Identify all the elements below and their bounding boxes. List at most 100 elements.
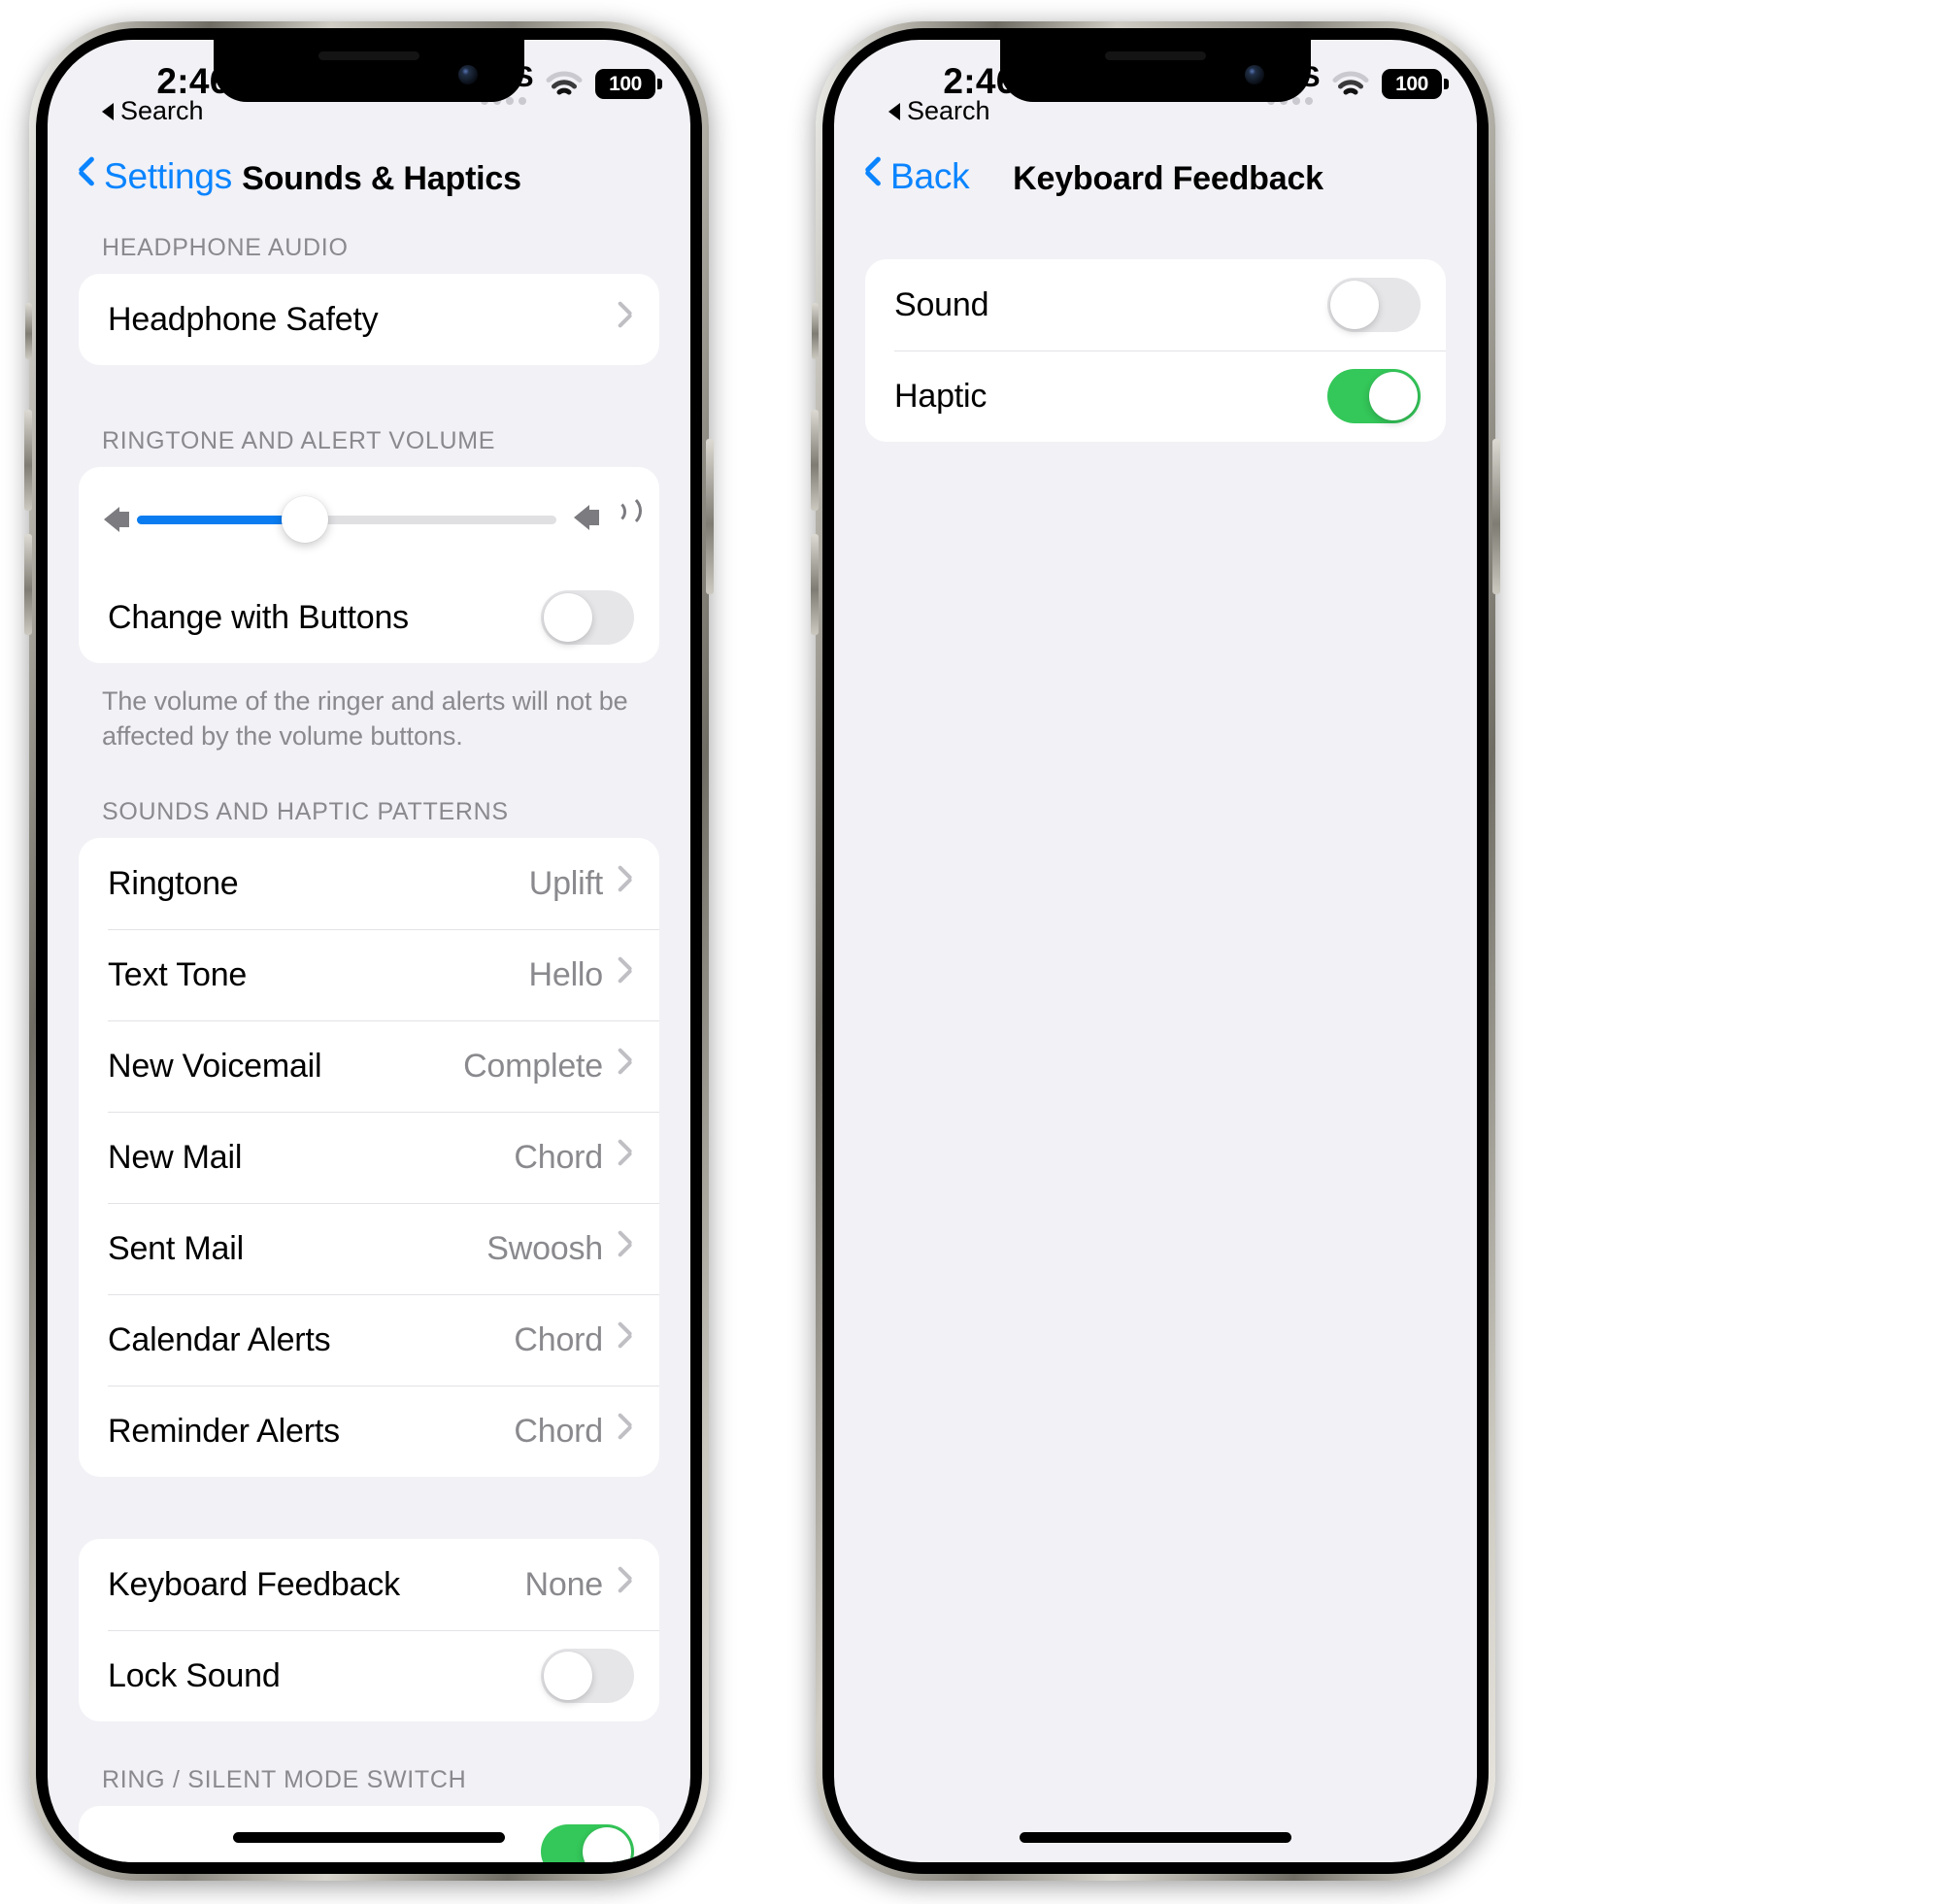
section-header-headphone-audio: HEADPHONE AUDIO <box>102 234 349 261</box>
back-to-search-label: Search <box>907 96 990 125</box>
card-sounds-haptic-patterns: Ringtone Uplift Text Tone Hello New Voic… <box>79 838 659 1478</box>
row-label: Change with Buttons <box>108 598 409 636</box>
iphone-device-right: 2:46 SOS 100 <box>811 21 1500 1881</box>
footnote-change-with-buttons: The volume of the ringer and alerts will… <box>102 686 628 751</box>
battery-icon: 100 <box>595 69 662 99</box>
row-label: Sent Mail <box>108 1229 244 1267</box>
volume-slider-thumb[interactable] <box>281 496 328 543</box>
row-label: New Mail <box>108 1138 243 1176</box>
card-headphone-audio: Headphone Safety <box>79 274 659 365</box>
earpiece-speaker <box>1105 51 1206 60</box>
back-to-search-button[interactable]: Search <box>888 96 990 126</box>
row-label: Lock Sound <box>108 1656 281 1694</box>
row-label: Keyboard Feedback <box>108 1565 400 1603</box>
back-to-search-button[interactable]: Search <box>102 96 204 126</box>
toggle-lock-sound[interactable] <box>541 1649 634 1704</box>
section-header-ring-silent-mode: RING / SILENT MODE SWITCH <box>102 1766 467 1794</box>
page-title: Keyboard Feedback <box>1013 160 1323 197</box>
silent-switch[interactable] <box>812 303 819 359</box>
chevron-right-icon <box>619 870 634 897</box>
row-text-tone[interactable]: Text Tone Hello <box>79 929 659 1020</box>
row-label: New Voicemail <box>108 1047 322 1085</box>
speaker-high-icon <box>574 494 642 534</box>
chevron-right-icon <box>619 1144 634 1171</box>
chevron-right-icon <box>619 1052 634 1080</box>
row-keyboard-feedback[interactable]: Keyboard Feedback None <box>79 1539 659 1630</box>
row-value: Uplift <box>528 864 603 902</box>
row-lock-sound[interactable]: Lock Sound <box>79 1630 659 1721</box>
row-value: Chord <box>514 1138 603 1176</box>
chevron-right-icon <box>619 306 634 333</box>
speaker-low-icon <box>104 507 129 532</box>
card-keyboard-lock: Keyboard Feedback None Lock Sound <box>79 1539 659 1722</box>
row-value: Complete <box>463 1047 603 1085</box>
earpiece-speaker <box>318 51 419 60</box>
chevron-right-icon <box>619 961 634 988</box>
row-value: Chord <box>514 1412 603 1450</box>
row-label: Sound <box>894 285 989 323</box>
row-ringtone[interactable]: Ringtone Uplift <box>79 838 659 929</box>
row-reminder-alerts[interactable]: Reminder Alerts Chord <box>79 1386 659 1477</box>
iphone-device-left: 2:46 SOS 100 <box>24 21 714 1881</box>
volume-down-button[interactable] <box>811 534 819 635</box>
wifi-icon <box>1332 71 1369 98</box>
section-header-sounds-haptic-patterns: SOUNDS AND HAPTIC PATTERNS <box>102 798 509 826</box>
row-calendar-alerts[interactable]: Calendar Alerts Chord <box>79 1294 659 1386</box>
volume-slider-fill <box>137 515 305 524</box>
volume-slider-track[interactable] <box>137 496 556 543</box>
row-label: Reminder Alerts <box>108 1412 340 1450</box>
settings-list-left[interactable]: HEADPHONE AUDIO Headphone Safety RINGTON… <box>48 234 690 1862</box>
chevron-right-icon <box>619 1326 634 1353</box>
row-value: Hello <box>528 955 604 993</box>
volume-down-button[interactable] <box>24 534 32 635</box>
back-triangle-icon <box>102 102 114 120</box>
navigation-bar-right: Back Keyboard Feedback <box>834 149 1477 232</box>
row-headphone-safety[interactable]: Headphone Safety <box>79 274 659 365</box>
row-haptic[interactable]: Haptic <box>865 351 1446 442</box>
ringtone-volume-slider-row[interactable] <box>79 467 659 572</box>
row-sound[interactable]: Sound <box>865 259 1446 351</box>
back-triangle-icon <box>888 102 900 120</box>
chevron-right-icon <box>619 1571 634 1598</box>
battery-icon: 100 <box>1382 69 1449 99</box>
screenshot-stage: 2:46 SOS 100 <box>0 0 1942 1904</box>
home-indicator[interactable] <box>233 1832 505 1843</box>
row-value: Chord <box>514 1320 603 1358</box>
navigation-bar-left: Settings Sounds & Haptics <box>48 149 690 232</box>
screen-left: 2:46 SOS 100 <box>48 40 690 1862</box>
card-ringtone-volume: Change with Buttons <box>79 467 659 663</box>
silent-switch[interactable] <box>25 303 32 359</box>
notch <box>1000 40 1311 102</box>
row-value: Swoosh <box>486 1229 603 1267</box>
battery-level-label: 100 <box>609 72 642 95</box>
row-change-with-buttons[interactable]: Change with Buttons <box>79 572 659 663</box>
volume-up-button[interactable] <box>24 410 32 511</box>
power-button[interactable] <box>706 439 714 594</box>
row-new-voicemail[interactable]: New Voicemail Complete <box>79 1020 659 1112</box>
home-indicator[interactable] <box>1020 1832 1291 1843</box>
wifi-icon <box>546 71 583 98</box>
chevron-right-icon <box>619 1418 634 1445</box>
row-new-mail[interactable]: New Mail Chord <box>79 1112 659 1203</box>
toggle-haptic[interactable] <box>1327 369 1421 423</box>
volume-up-button[interactable] <box>811 410 819 511</box>
chevron-right-icon <box>619 1235 634 1262</box>
toggle-change-with-buttons[interactable] <box>541 590 634 645</box>
row-label: Haptic <box>894 377 988 415</box>
settings-list-right[interactable]: Sound Haptic <box>834 234 1477 1862</box>
row-label: Headphone Safety <box>108 300 379 338</box>
power-button[interactable] <box>1492 439 1500 594</box>
screen-right: 2:46 SOS 100 <box>834 40 1477 1862</box>
back-to-search-label: Search <box>120 96 204 125</box>
front-camera-icon <box>1245 65 1264 84</box>
row-value: None <box>524 1565 604 1603</box>
battery-level-label: 100 <box>1395 72 1428 95</box>
section-header-ringtone-volume: RINGTONE AND ALERT VOLUME <box>102 427 496 454</box>
card-keyboard-feedback: Sound Haptic <box>865 259 1446 442</box>
page-title: Sounds & Haptics <box>242 160 521 197</box>
toggle-ring-silent[interactable] <box>541 1824 634 1862</box>
row-sent-mail[interactable]: Sent Mail Swoosh <box>79 1203 659 1294</box>
toggle-sound[interactable] <box>1327 278 1421 332</box>
front-camera-icon <box>458 65 478 84</box>
row-label: Calendar Alerts <box>108 1320 331 1358</box>
